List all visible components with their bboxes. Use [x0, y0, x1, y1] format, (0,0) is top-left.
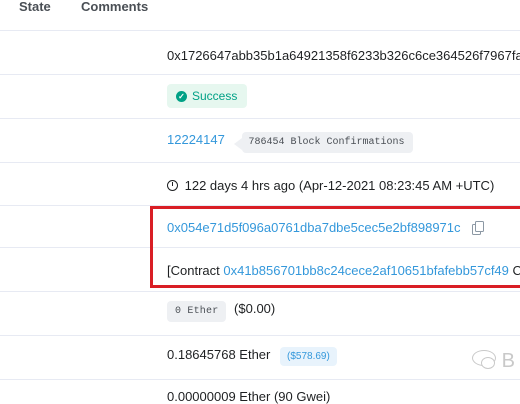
fee-usd-badge: ($578.69): [280, 347, 337, 366]
tab-comments[interactable]: Comments: [81, 0, 148, 14]
fee-container: 0.18645768 Ether ($578.69): [167, 347, 337, 366]
timestamp-container: 122 days 4 hrs ago (Apr-12-2021 08:23:45…: [167, 178, 494, 193]
transaction-hash: 0x1726647abb35b1a64921358f6233b326c6ce36…: [167, 48, 520, 63]
confirmations-wrap: 786454 Block Confirmations: [234, 132, 413, 153]
block-container: 12224147 786454 Block Confirmations: [167, 132, 413, 153]
watermark: B: [472, 350, 515, 373]
value-usd: ($0.00): [234, 301, 276, 316]
block-number-link[interactable]: 12224147: [167, 132, 225, 147]
gas-price: 0.00000009 Ether (90 Gwei): [167, 389, 331, 404]
status-label: Success: [192, 89, 238, 103]
highlight-box: [150, 206, 520, 288]
clock-icon: [167, 180, 178, 191]
value-amount-badge: 0 Ether: [167, 301, 227, 322]
wechat-bubble-icon: [472, 350, 496, 369]
timestamp: 122 days 4 hrs ago (Apr-12-2021 08:23:45…: [184, 178, 495, 193]
watermark-text: B: [501, 350, 515, 372]
row-gas-price: 0.00000009 Ether (90 Gwei): [0, 380, 520, 404]
status-container: ✓ Success: [167, 84, 248, 108]
check-circle-icon: ✓: [176, 90, 187, 102]
block-confirmations-badge: 786454 Block Confirmations: [242, 132, 413, 153]
tab-bar: State Comments: [0, 0, 520, 31]
value-container: 0 Ether ($0.00): [167, 301, 275, 322]
status-badge: ✓ Success: [167, 84, 248, 108]
row-timestamp: 122 days 4 hrs ago (Apr-12-2021 08:23:45…: [0, 163, 520, 206]
fee-amount: 0.18645768 Ether: [167, 347, 271, 362]
row-status: ✓ Success: [0, 75, 520, 119]
row-block: 12224147 786454 Block Confirmations: [0, 119, 520, 163]
row-value: 0 Ether ($0.00): [0, 292, 520, 336]
tab-state[interactable]: State: [19, 0, 51, 14]
row-transaction-hash: 0x1726647abb35b1a64921358f6233b326c6ce36…: [0, 31, 520, 75]
row-fee: 0.18645768 Ether ($578.69): [0, 336, 520, 380]
